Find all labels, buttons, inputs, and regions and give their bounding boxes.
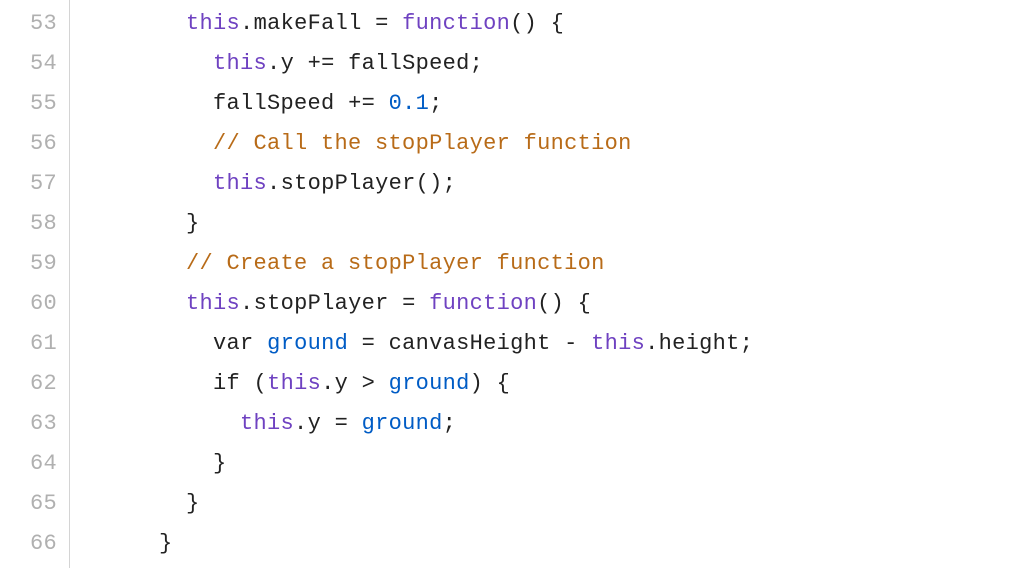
token-op: += xyxy=(335,91,389,116)
code-editor-content[interactable]: this.makeFall = function() { this.y += f… xyxy=(70,0,753,568)
token-punct: ; xyxy=(443,411,457,436)
token-prop: stopPlayer xyxy=(281,171,416,196)
code-line[interactable]: this.stopPlayer = function() { xyxy=(78,284,753,324)
line-number: 57 xyxy=(8,164,57,204)
line-number: 61 xyxy=(8,324,57,364)
token-punct: ; xyxy=(443,171,457,196)
code-line[interactable]: // Create a stopPlayer function xyxy=(78,244,753,284)
token-op: = xyxy=(362,11,403,36)
code-line[interactable]: if (this.y > ground) { xyxy=(78,364,753,404)
token-num: 0.1 xyxy=(389,91,430,116)
code-line[interactable]: } xyxy=(78,444,753,484)
token-punct: ( xyxy=(240,371,267,396)
token-prop: y xyxy=(281,51,295,76)
line-number: 53 xyxy=(8,4,57,44)
token-kw-this: this xyxy=(213,51,267,76)
token-kw-this: this xyxy=(186,291,240,316)
token-ident: ground xyxy=(267,331,348,356)
token-punct: . xyxy=(267,171,281,196)
code-line[interactable]: this.makeFall = function() { xyxy=(78,4,753,44)
token-kw-this: this xyxy=(267,371,321,396)
token-ident: ground xyxy=(362,411,443,436)
line-number: 60 xyxy=(8,284,57,324)
token-punct: ) { xyxy=(470,371,511,396)
token-paren: () xyxy=(510,11,537,36)
token-prop: fallSpeed xyxy=(348,51,470,76)
token-punct: } xyxy=(159,531,173,556)
token-punct xyxy=(254,331,268,356)
token-prop: stopPlayer xyxy=(254,291,389,316)
code-line[interactable]: } xyxy=(78,484,753,524)
token-kw-this: this xyxy=(186,11,240,36)
token-punct: . xyxy=(240,11,254,36)
line-number: 59 xyxy=(8,244,57,284)
line-number-gutter: 5354555657585960616263646566 xyxy=(0,0,70,568)
token-punct: . xyxy=(267,51,281,76)
code-line[interactable]: var ground = canvasHeight - this.height; xyxy=(78,324,753,364)
token-kw-function: function xyxy=(402,11,510,36)
line-number: 66 xyxy=(8,524,57,564)
token-prop: y xyxy=(308,411,322,436)
line-number: 62 xyxy=(8,364,57,404)
token-kw-if: if xyxy=(213,371,240,396)
token-paren: () xyxy=(416,171,443,196)
token-punct: } xyxy=(186,491,200,516)
token-punct: ; xyxy=(470,51,484,76)
token-punct: . xyxy=(645,331,659,356)
code-line[interactable]: fallSpeed += 0.1; xyxy=(78,84,753,124)
line-number: 55 xyxy=(8,84,57,124)
code-line[interactable]: this.y += fallSpeed; xyxy=(78,44,753,84)
token-punct: } xyxy=(213,451,227,476)
token-op: = xyxy=(389,291,430,316)
token-prop: fallSpeed xyxy=(213,91,335,116)
token-prop: y xyxy=(335,371,349,396)
token-punct: . xyxy=(321,371,335,396)
token-kw-this: this xyxy=(213,171,267,196)
token-kw-var: var xyxy=(213,331,254,356)
line-number: 54 xyxy=(8,44,57,84)
token-punct: . xyxy=(240,291,254,316)
line-number: 56 xyxy=(8,124,57,164)
token-punct: ; xyxy=(429,91,443,116)
token-kw-this: this xyxy=(591,331,645,356)
line-number: 58 xyxy=(8,204,57,244)
token-punct: . xyxy=(294,411,308,436)
token-op: = xyxy=(348,331,389,356)
code-line[interactable]: this.y = ground; xyxy=(78,404,753,444)
token-kw-function: function xyxy=(429,291,537,316)
token-op: += xyxy=(294,51,348,76)
line-number: 64 xyxy=(8,444,57,484)
token-op: = xyxy=(321,411,362,436)
token-prop: makeFall xyxy=(254,11,362,36)
token-kw-this: this xyxy=(240,411,294,436)
token-punct: { xyxy=(537,11,564,36)
token-punct: ; xyxy=(740,331,754,356)
token-comment: // Call the stopPlayer function xyxy=(213,131,632,156)
code-line[interactable]: } xyxy=(78,524,753,564)
code-line[interactable]: // Call the stopPlayer function xyxy=(78,124,753,164)
token-punct: } xyxy=(186,211,200,236)
token-paren: () xyxy=(537,291,564,316)
token-prop: canvasHeight xyxy=(389,331,551,356)
line-number: 65 xyxy=(8,484,57,524)
code-line[interactable]: } xyxy=(78,204,753,244)
token-punct: { xyxy=(564,291,591,316)
line-number: 63 xyxy=(8,404,57,444)
token-prop: height xyxy=(659,331,740,356)
code-line[interactable]: this.stopPlayer(); xyxy=(78,164,753,204)
token-op: > xyxy=(348,371,389,396)
token-ident: ground xyxy=(389,371,470,396)
token-comment: // Create a stopPlayer function xyxy=(186,251,605,276)
token-op: - xyxy=(551,331,592,356)
